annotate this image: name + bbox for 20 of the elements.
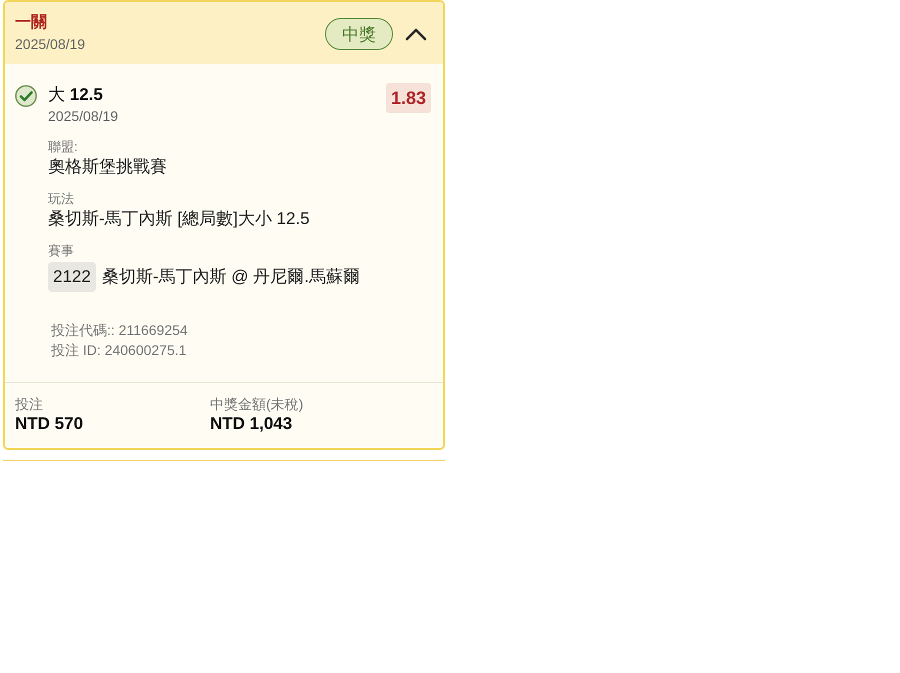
bet-type-title: 一關: [15, 13, 48, 33]
total-value: NTD 1,043: [210, 413, 294, 435]
total-value: NTD 570: [15, 413, 84, 435]
total-label: 中獎金額(未稅): [210, 395, 304, 413]
detail-value: 桑切斯-馬丁內斯 [總局數]大小 12.5: [48, 208, 311, 230]
total-label: 投注: [15, 395, 44, 413]
selection-date: 2025/08/19: [48, 107, 120, 126]
selection-pick: 大 12.5: [48, 84, 104, 106]
reference-text: 投注代碼:: 211669254: [51, 321, 189, 340]
status-badge: 中獎: [325, 18, 393, 50]
detail-label: 賽事: [48, 242, 75, 260]
detail-value: 桑切斯-馬丁內斯 @ 丹尼爾.馬蘇爾: [102, 266, 360, 288]
reference-text: 投注 ID: 240600275.1: [51, 341, 188, 360]
detail-label: 玩法: [48, 190, 75, 208]
bet-date: 2025/08/19: [15, 35, 86, 54]
odds-badge: 1.83: [386, 83, 431, 113]
collapse-button[interactable]: [405, 27, 427, 41]
detail-label: 聯盟:: [48, 138, 79, 156]
detail-value: 奧格斯堡挑戰賽: [48, 156, 168, 178]
event-code: 2122: [48, 262, 96, 292]
